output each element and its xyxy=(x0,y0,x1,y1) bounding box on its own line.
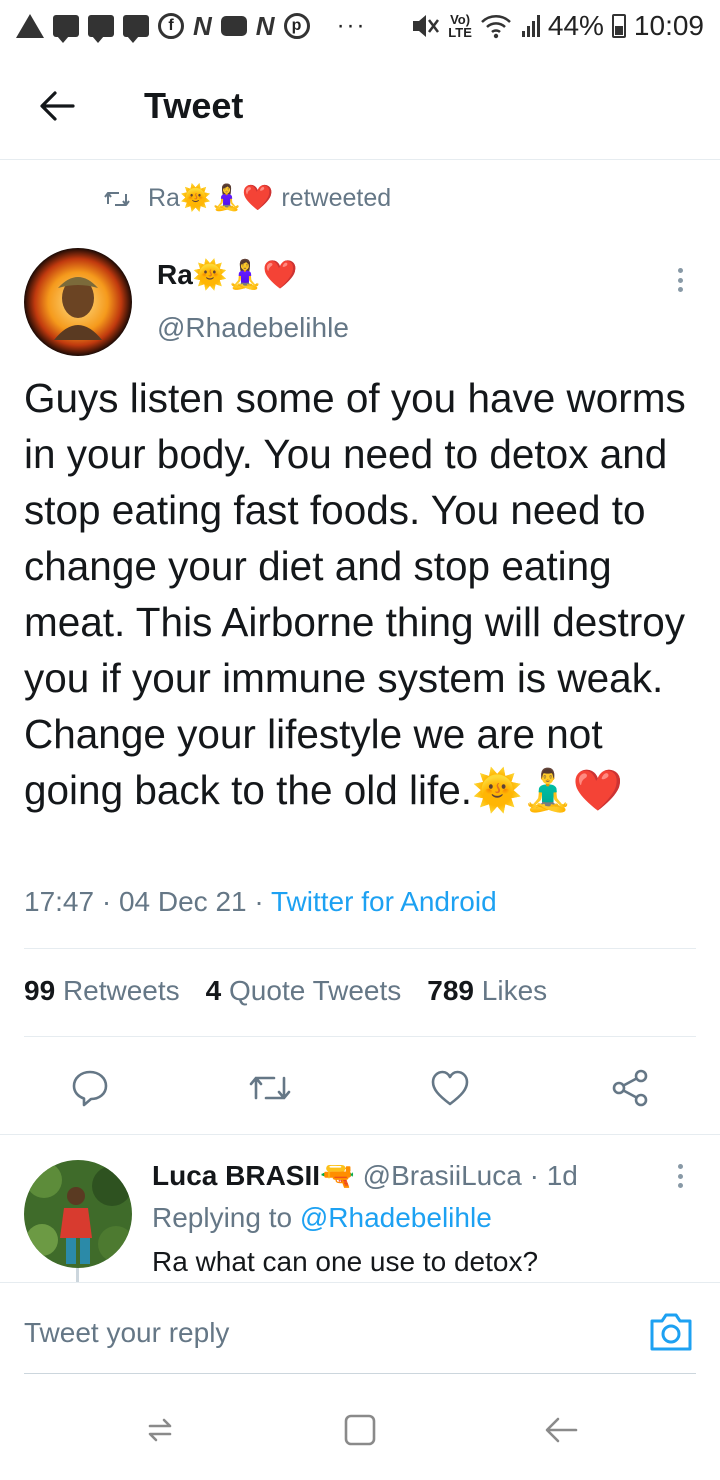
reply-text: Ra what can one use to detox? xyxy=(152,1246,539,1277)
reply-input[interactable] xyxy=(24,1317,584,1349)
status-bar: f N N p ··· Vo) LTE 44% 10:09 xyxy=(0,0,720,52)
reply-button[interactable] xyxy=(60,1058,120,1118)
more-options-button[interactable] xyxy=(664,262,696,298)
divider xyxy=(24,948,696,949)
retweet-button[interactable] xyxy=(240,1058,300,1118)
home-icon[interactable] xyxy=(340,1410,380,1450)
quotes-stat[interactable]: 4 Quote Tweets xyxy=(206,975,402,1007)
clock: 10:09 xyxy=(633,10,704,41)
author-handle[interactable]: @Rhadebelihle xyxy=(157,312,349,344)
battery-icon xyxy=(611,14,626,38)
quotes-count: 4 xyxy=(205,975,222,1006)
reply-composer xyxy=(0,1282,720,1374)
thread-line xyxy=(76,1268,79,1282)
volte-icon: Vo) LTE xyxy=(448,12,472,40)
retweets-count: 99 xyxy=(24,975,56,1006)
reply-author-handle[interactable]: @BrasiiLuca xyxy=(363,1160,522,1191)
dot xyxy=(677,277,683,283)
tweet-source-link[interactable]: Twitter for Android xyxy=(271,886,497,917)
nav-back-icon[interactable] xyxy=(542,1410,582,1450)
warning-icon xyxy=(16,14,44,38)
dot xyxy=(677,1183,683,1188)
page-title: Tweet xyxy=(144,84,244,126)
reply-avatar-image xyxy=(24,1160,132,1268)
likes-count: 789 xyxy=(427,975,474,1006)
pinterest-icon: p xyxy=(283,13,310,39)
tweet-stats: 99 Retweets 4 Quote Tweets 789 Likes xyxy=(24,975,547,1007)
heart-icon xyxy=(431,1070,469,1106)
likes-stat[interactable]: 789 Likes xyxy=(427,975,547,1007)
tweet-time: 17:47 xyxy=(24,886,95,917)
back-button[interactable] xyxy=(22,71,92,141)
divider xyxy=(0,1134,720,1135)
dot xyxy=(677,1164,683,1169)
message-icon xyxy=(88,15,114,43)
retweeted-label: retweeted xyxy=(281,184,392,212)
comment-icon xyxy=(72,1070,108,1107)
share-icon xyxy=(612,1069,648,1107)
separator: · xyxy=(94,886,119,917)
recent-apps-icon[interactable] xyxy=(140,1410,180,1450)
reply-age: 1d xyxy=(546,1160,578,1191)
input-underline xyxy=(24,1373,696,1374)
facebook-icon: f xyxy=(158,13,184,39)
dot xyxy=(677,1173,683,1179)
retweet-context[interactable]: Ra🌞🧘‍♀️❤️ retweeted xyxy=(104,184,391,213)
quotes-label: Quote Tweets xyxy=(229,975,402,1006)
message-icon xyxy=(53,15,79,43)
camera-icon xyxy=(650,1313,692,1351)
divider xyxy=(24,1036,696,1037)
separator: · xyxy=(521,1160,547,1191)
video-icon xyxy=(220,16,247,36)
like-button[interactable] xyxy=(420,1058,480,1118)
reply-more-options-button[interactable] xyxy=(664,1158,696,1194)
replying-to-label: Replying to xyxy=(152,1202,300,1233)
reply-author-name[interactable]: Luca BRASII🔫 xyxy=(152,1160,355,1191)
tweet-text: Guys listen some of you have worms in yo… xyxy=(24,375,686,813)
message-icon xyxy=(123,15,149,43)
app-header: Tweet xyxy=(0,52,720,160)
retweets-label: Retweets xyxy=(62,975,180,1006)
retweet-icon xyxy=(249,1076,291,1100)
tweet-meta: 17:47 · 04 Dec 21 · Twitter for Android xyxy=(24,886,497,918)
dot xyxy=(677,268,683,273)
notification-icons: f N N p ··· xyxy=(16,10,367,43)
retweet-icon xyxy=(104,191,130,206)
tweet-actions xyxy=(0,1058,720,1118)
camera-button[interactable] xyxy=(648,1311,694,1353)
avatar-image xyxy=(24,248,132,356)
likes-label: Likes xyxy=(481,975,548,1006)
reply-avatar[interactable] xyxy=(24,1160,132,1268)
avatar[interactable] xyxy=(24,248,132,356)
arrow-left-icon xyxy=(40,90,75,121)
wifi-icon xyxy=(481,15,511,39)
replying-to: Replying to @Rhadebelihle xyxy=(152,1202,492,1234)
share-button[interactable] xyxy=(600,1058,660,1118)
n-app-icon: N xyxy=(193,10,212,41)
retweets-stat[interactable]: 99 Retweets xyxy=(24,975,180,1007)
system-icons: Vo) LTE 44% 10:09 xyxy=(410,10,704,42)
author-name[interactable]: Ra🌞🧘‍♀️❤️ xyxy=(157,258,297,291)
separator: · xyxy=(246,886,271,917)
replying-to-mention[interactable]: @Rhadebelihle xyxy=(300,1202,492,1233)
retweeter-name: Ra🌞🧘‍♀️❤️ xyxy=(148,184,274,212)
tweet-date: 04 Dec 21 xyxy=(118,886,247,917)
n-app-icon: N xyxy=(255,10,275,41)
reply-header: Luca BRASII🔫 @BrasiiLuca · 1d xyxy=(152,1159,578,1192)
more-notifications: ··· xyxy=(336,12,367,39)
android-nav-bar xyxy=(0,1380,720,1480)
battery-percent: 44% xyxy=(547,10,604,41)
signal-icon xyxy=(521,15,540,37)
mute-icon xyxy=(413,15,440,37)
dot xyxy=(677,287,683,292)
